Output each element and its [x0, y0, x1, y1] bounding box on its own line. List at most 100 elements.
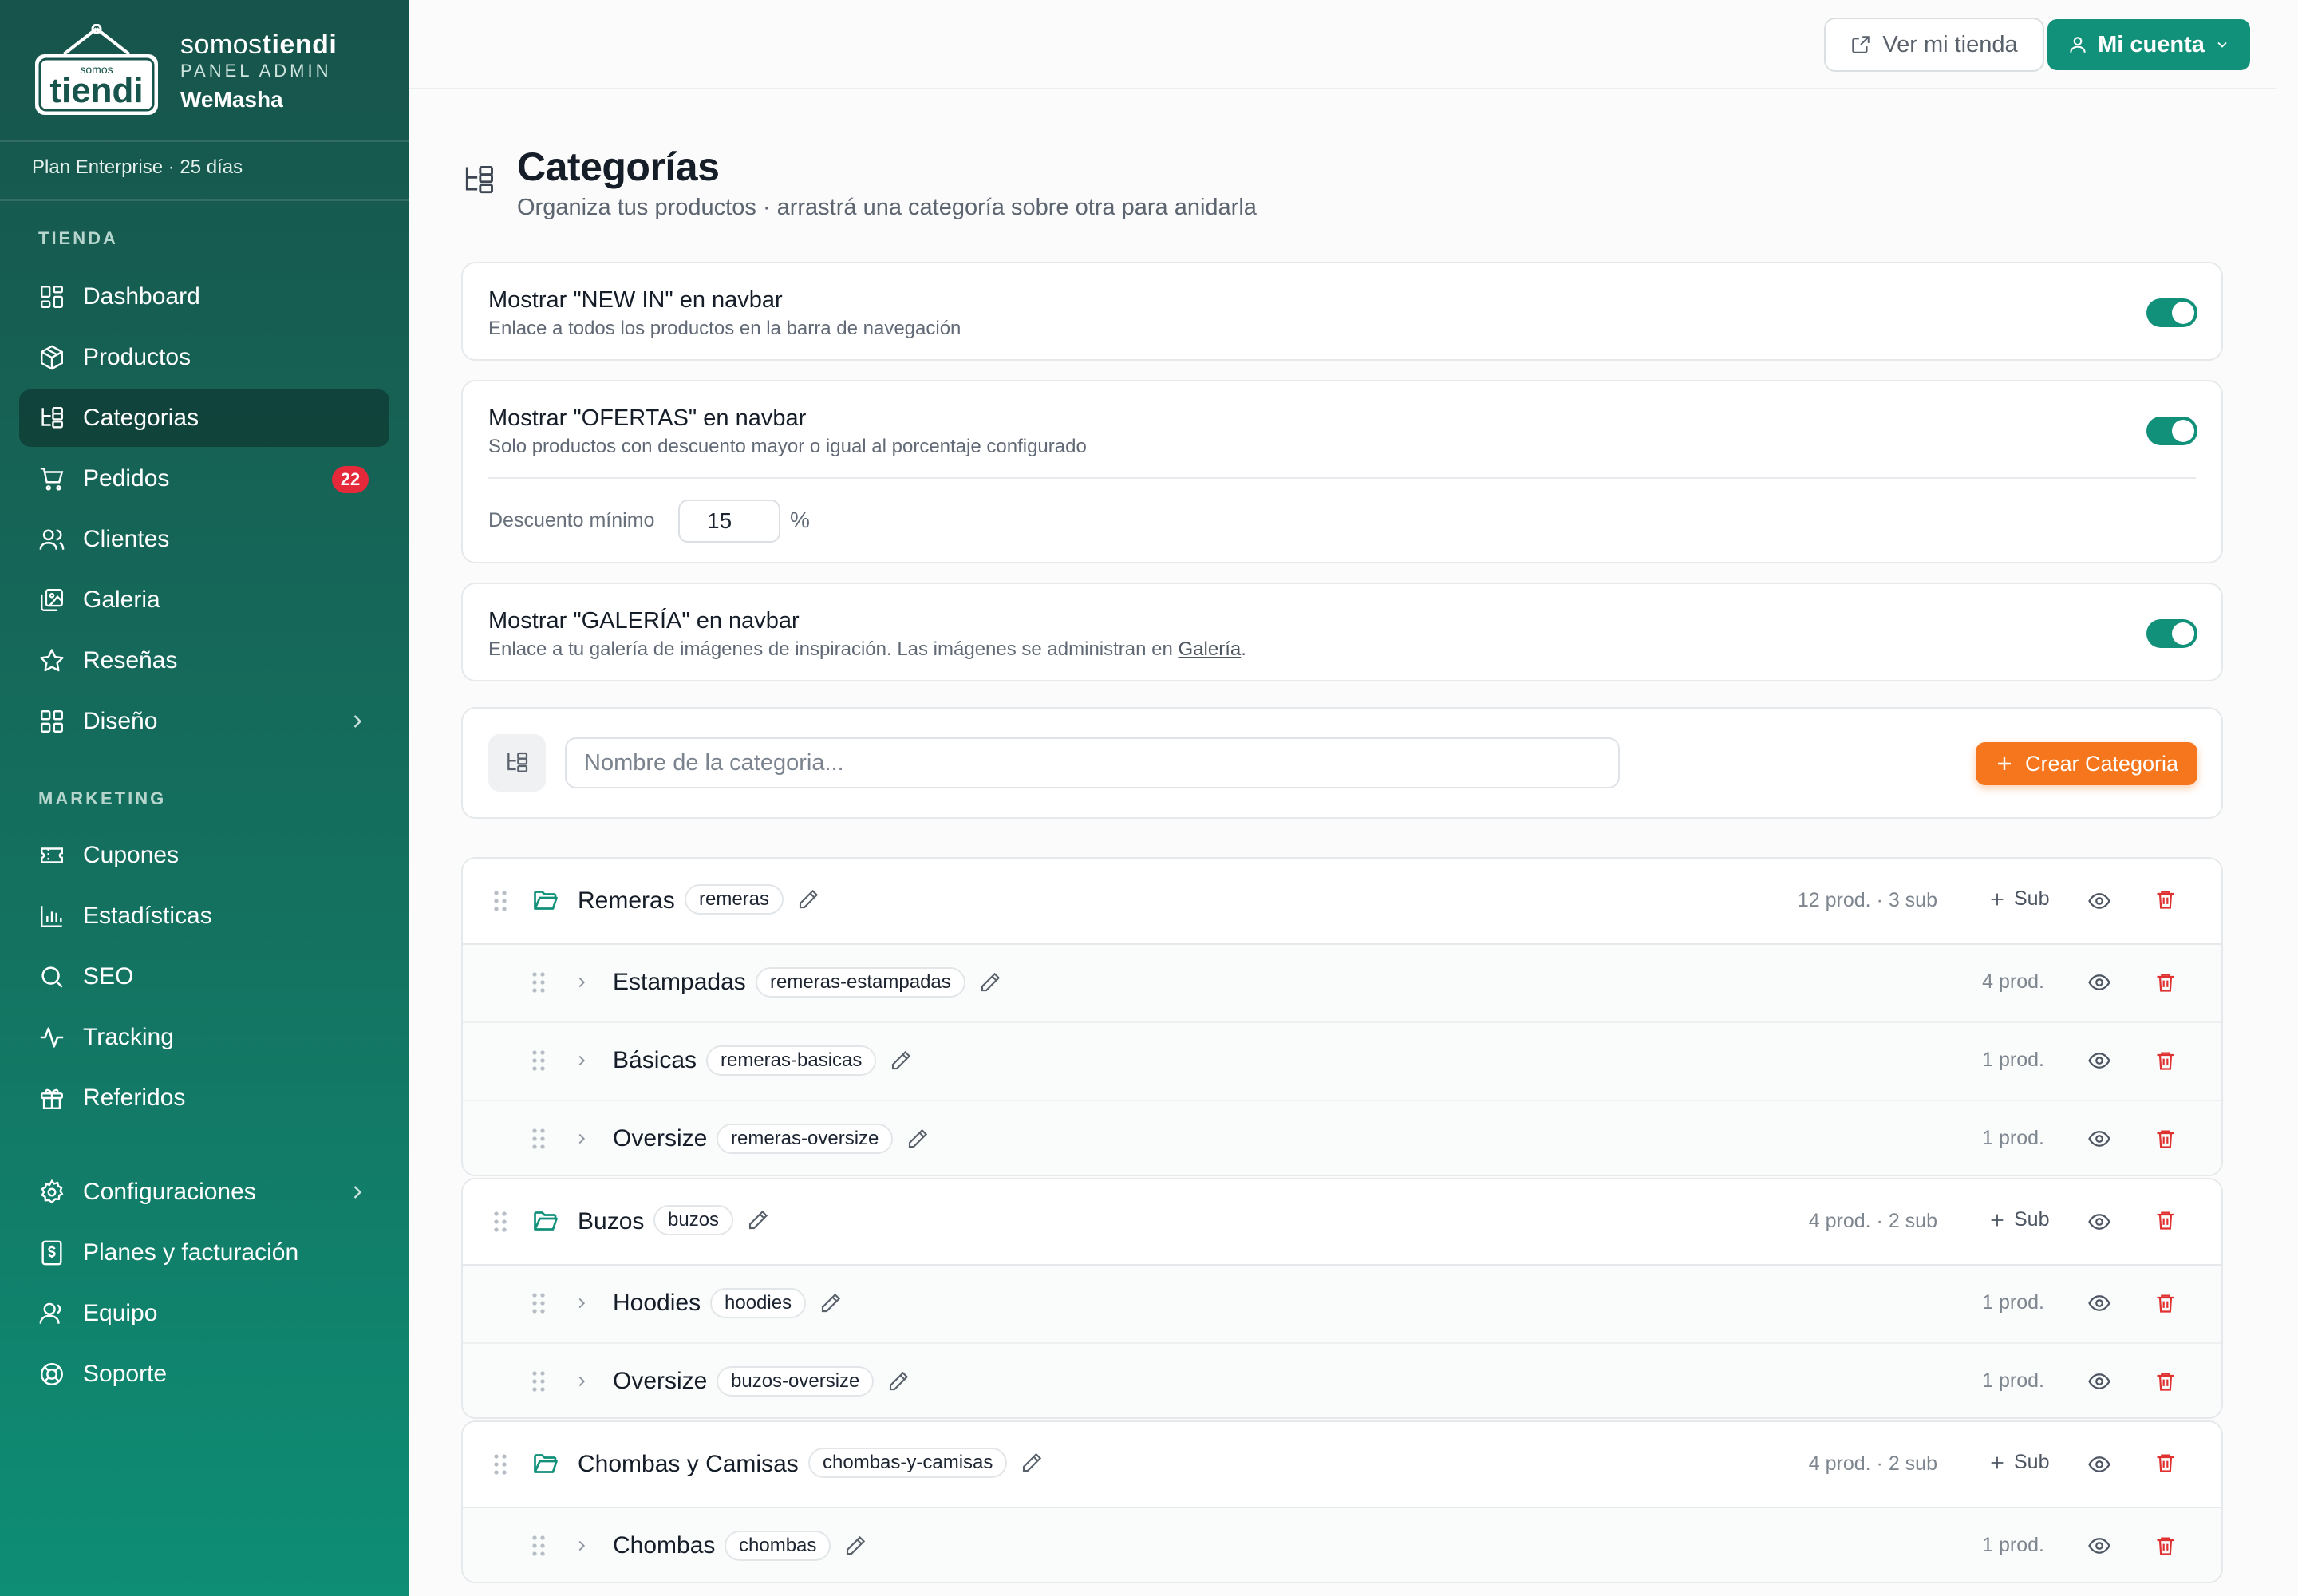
- tiendi-logo-icon: somos tiendi: [35, 24, 158, 115]
- trash-icon[interactable]: [2154, 970, 2177, 994]
- subcategory-slug: hoodies: [710, 1288, 807, 1318]
- add-subcategory-button[interactable]: Sub: [1988, 1208, 2049, 1231]
- drag-handle-icon[interactable]: [530, 1534, 547, 1558]
- edit-pencil-icon[interactable]: [796, 887, 820, 911]
- galeria-link[interactable]: Galería: [1179, 638, 1242, 660]
- edit-pencil-icon[interactable]: [978, 970, 1002, 994]
- sidebar-item-estadisticas[interactable]: Estadísticas: [19, 887, 389, 945]
- sidebar-item-tracking[interactable]: Tracking: [19, 1009, 389, 1066]
- gift-icon: [41, 1088, 63, 1109]
- sidebar-item-configuraciones[interactable]: Configuraciones: [19, 1163, 389, 1221]
- add-subcategory-button[interactable]: Sub: [1988, 887, 2049, 911]
- drag-handle-icon[interactable]: [492, 889, 509, 913]
- edit-pencil-icon[interactable]: [1020, 1451, 1044, 1475]
- sidebar-item-label: Soporte: [83, 1361, 168, 1387]
- subcategory-row[interactable]: Estampadas remeras-estampadas 4 prod.: [463, 943, 2221, 1021]
- trash-icon[interactable]: [2154, 1369, 2177, 1393]
- drag-handle-icon[interactable]: [530, 1049, 547, 1073]
- folder-open-icon: [534, 1454, 558, 1473]
- subcategory-name: Oversize: [613, 1368, 708, 1394]
- chevron-right-icon[interactable]: [573, 1294, 590, 1312]
- eye-icon[interactable]: [2087, 1291, 2111, 1315]
- edit-pencil-icon[interactable]: [906, 1127, 930, 1151]
- drag-handle-icon[interactable]: [530, 1127, 547, 1151]
- sidebar-item-equipo[interactable]: Equipo: [19, 1285, 389, 1342]
- sidebar-item-label: Pedidos: [83, 465, 170, 492]
- chevron-right-icon[interactable]: [573, 1537, 590, 1555]
- category-meta: 4 prod. · 2 sub: [1808, 1452, 1937, 1475]
- category-group: Remeras remeras 12 prod. · 3 sub Sub Est…: [461, 857, 2223, 1176]
- account-menu-button[interactable]: Mi cuenta: [2047, 19, 2250, 70]
- sidebar-item-cupones[interactable]: Cupones: [19, 827, 389, 884]
- sidebar-item-label: Reseñas: [83, 647, 178, 674]
- edit-pencil-icon[interactable]: [886, 1369, 910, 1393]
- chevron-right-icon[interactable]: [573, 1373, 590, 1390]
- eye-icon[interactable]: [2087, 1127, 2111, 1151]
- drag-handle-icon[interactable]: [530, 1369, 547, 1393]
- add-subcategory-button[interactable]: Sub: [1988, 1451, 2049, 1474]
- view-store-button[interactable]: Ver mi tienda: [1824, 18, 2044, 72]
- sidebar-item-label: Diseño: [83, 708, 158, 734]
- edit-pencil-icon[interactable]: [889, 1049, 913, 1073]
- category-row[interactable]: Remeras remeras 12 prod. · 3 sub Sub: [463, 859, 2221, 943]
- receipt-icon: [41, 1240, 62, 1266]
- trash-icon[interactable]: [2154, 1127, 2177, 1151]
- new-in-title: Mostrar "NEW IN" en navbar: [488, 287, 783, 313]
- eye-icon[interactable]: [2087, 1049, 2111, 1073]
- subcategory-row[interactable]: Básicas remeras-basicas 1 prod.: [463, 1021, 2221, 1100]
- sidebar-item-dashboard[interactable]: Dashboard: [19, 268, 389, 326]
- subcategory-row[interactable]: Chombas chombas 1 prod.: [463, 1507, 2221, 1582]
- user-icon: [39, 1302, 61, 1324]
- new-in-toggle[interactable]: [2146, 298, 2197, 327]
- sidebar-item-pedidos[interactable]: Pedidos 22: [19, 450, 389, 508]
- chevron-right-icon[interactable]: [573, 1052, 590, 1069]
- sidebar-item-referidos[interactable]: Referidos: [19, 1069, 389, 1127]
- sidebar-item-planes[interactable]: Planes y facturación: [19, 1224, 389, 1282]
- eye-icon[interactable]: [2087, 1452, 2111, 1476]
- subcategory-meta: 1 prod.: [1982, 1127, 2044, 1149]
- eye-icon[interactable]: [2087, 970, 2111, 994]
- chevron-right-icon[interactable]: [573, 1130, 590, 1148]
- sidebar-item-resenas[interactable]: Reseñas: [19, 632, 389, 689]
- sidebar-item-seo[interactable]: SEO: [19, 948, 389, 1005]
- category-row[interactable]: Buzos buzos 4 prod. · 2 sub Sub: [463, 1179, 2221, 1264]
- brand[interactable]: somos tiendi somostiendi PANEL ADMIN WeM…: [32, 24, 399, 120]
- create-category-button[interactable]: Crear Categoria: [1976, 742, 2197, 785]
- subcategory-slug: buzos-oversize: [717, 1366, 875, 1396]
- edit-pencil-icon[interactable]: [843, 1534, 867, 1558]
- category-name-input[interactable]: Nombre de la categoria...: [565, 737, 1620, 788]
- category-row[interactable]: Chombas y Camisas chombas-y-camisas 4 pr…: [463, 1422, 2221, 1507]
- eye-icon[interactable]: [2087, 1369, 2111, 1393]
- sidebar-item-diseno[interactable]: Diseño: [19, 693, 389, 750]
- trash-icon[interactable]: [2154, 1534, 2177, 1558]
- subcategory-row[interactable]: Oversize buzos-oversize 1 prod.: [463, 1342, 2221, 1417]
- eye-icon[interactable]: [2087, 1534, 2111, 1558]
- page-title: Categorías: [517, 144, 720, 189]
- trash-icon[interactable]: [2154, 1208, 2177, 1232]
- eye-icon[interactable]: [2087, 889, 2111, 913]
- edit-pencil-icon[interactable]: [746, 1208, 770, 1232]
- drag-handle-icon[interactable]: [530, 1291, 547, 1315]
- trash-icon[interactable]: [2154, 887, 2177, 911]
- trash-icon[interactable]: [2154, 1451, 2177, 1475]
- galeria-toggle[interactable]: [2146, 619, 2197, 648]
- activity-icon: [40, 1027, 64, 1048]
- trash-icon[interactable]: [2154, 1049, 2177, 1073]
- drag-handle-icon[interactable]: [530, 970, 547, 994]
- sidebar-item-soporte[interactable]: Soporte: [19, 1345, 389, 1403]
- sidebar-item-categorias[interactable]: Categorias: [19, 389, 389, 447]
- sidebar-item-galeria[interactable]: Galeria: [19, 571, 389, 629]
- edit-pencil-icon[interactable]: [819, 1291, 843, 1315]
- subcategory-row[interactable]: Oversize remeras-oversize 1 prod.: [463, 1100, 2221, 1175]
- subcategory-row[interactable]: Hoodies hoodies 1 prod.: [463, 1264, 2221, 1342]
- sidebar-item-clientes[interactable]: Clientes: [19, 511, 389, 568]
- drag-handle-icon[interactable]: [492, 1210, 509, 1234]
- drag-handle-icon[interactable]: [492, 1452, 509, 1476]
- cart-icon: [40, 468, 64, 491]
- sidebar-item-productos[interactable]: Productos: [19, 329, 389, 386]
- eye-icon[interactable]: [2087, 1210, 2111, 1234]
- trash-icon[interactable]: [2154, 1291, 2177, 1315]
- ofertas-toggle[interactable]: [2146, 417, 2197, 445]
- chevron-right-icon[interactable]: [573, 974, 590, 991]
- discount-input[interactable]: 15: [678, 500, 780, 543]
